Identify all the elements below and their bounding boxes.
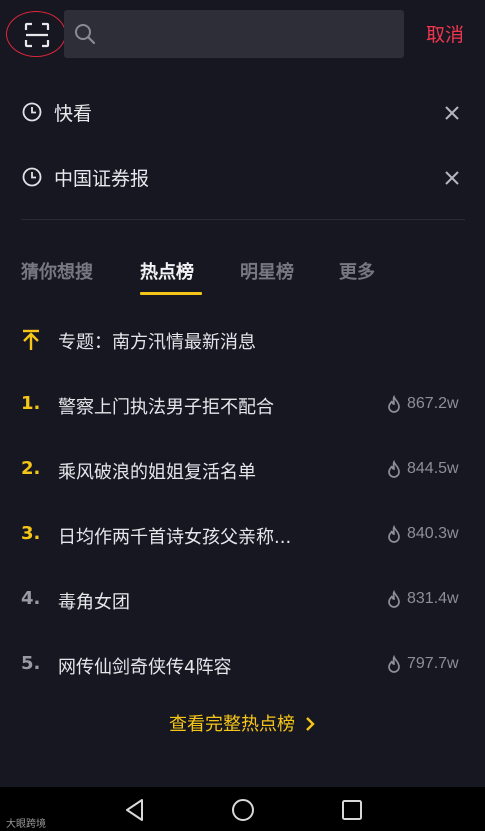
ranking-row[interactable]: 4. 毒角女团 831.4w <box>0 578 485 624</box>
flame-icon <box>388 395 400 413</box>
scan-icon <box>24 22 50 48</box>
view-full-hot-list-label: 查看完整热点榜 <box>168 714 295 735</box>
ranking-row[interactable]: 1. 警察上门执法男子拒不配合 867.2w <box>0 383 485 429</box>
heat-value: 867.2w <box>407 395 459 412</box>
clock-icon <box>22 167 42 187</box>
heat-value: 844.5w <box>407 460 459 477</box>
flame-icon <box>388 655 400 673</box>
close-icon[interactable] <box>441 102 463 124</box>
tab-bar: 猜你想搜 热点榜 明星榜 更多 <box>0 250 485 300</box>
view-full-hot-list-link[interactable]: 查看完整热点榜 <box>0 710 485 750</box>
history-item[interactable]: 中国证券报 <box>0 148 485 208</box>
rank-title: 乘风破浪的姐姐复活名单 <box>58 462 256 483</box>
recent-square-icon[interactable] <box>339 797 365 823</box>
flame-icon <box>388 525 400 543</box>
rank-number: 3. <box>21 523 41 544</box>
tab-guess[interactable]: 猜你想搜 <box>21 258 93 284</box>
history-item-text: 中国证券报 <box>54 168 150 190</box>
rank-number: 2. <box>21 458 41 479</box>
chevron-right-icon <box>306 717 315 731</box>
rank-title: 日均作两千首诗女孩父亲称... <box>58 527 292 548</box>
watermark: 大眼跨境 <box>6 819 46 830</box>
clock-icon <box>22 102 42 122</box>
system-navigation-bar: 大眼跨境 <box>0 787 485 831</box>
top-search-bar: 取消 <box>0 0 485 68</box>
rank-number: 1. <box>21 393 41 414</box>
tab-star-list[interactable]: 明星榜 <box>240 258 294 284</box>
search-box[interactable] <box>64 10 404 60</box>
pinned-topic[interactable]: 专题：南方汛情最新消息 <box>0 320 485 360</box>
tab-hot-list[interactable]: 热点榜 <box>140 258 194 284</box>
heat-value: 840.3w <box>407 525 459 542</box>
search-icon <box>75 24 96 45</box>
active-tab-indicator <box>140 292 202 295</box>
close-icon[interactable] <box>441 167 463 189</box>
ranking-row[interactable]: 2. 乘风破浪的姐姐复活名单 844.5w <box>0 448 485 494</box>
rank-title: 网传仙剑奇侠传4阵容 <box>58 657 232 678</box>
heat-value: 797.7w <box>407 655 459 672</box>
rank-number: 5. <box>21 653 41 674</box>
flame-icon <box>388 460 400 478</box>
scan-button[interactable] <box>6 11 66 57</box>
ranking-row[interactable]: 3. 日均作两千首诗女孩父亲称... 840.3w <box>0 513 485 559</box>
heat-value: 831.4w <box>407 590 459 607</box>
history-item[interactable]: 快看 <box>0 83 485 143</box>
ranking-row[interactable]: 5. 网传仙剑奇侠传4阵容 797.7w <box>0 643 485 689</box>
cancel-button[interactable]: 取消 <box>426 20 464 47</box>
home-circle-icon[interactable] <box>230 797 256 823</box>
history-item-text: 快看 <box>54 103 93 125</box>
rank-title: 毒角女团 <box>58 592 130 613</box>
back-triangle-icon[interactable] <box>122 797 148 823</box>
pin-top-icon <box>23 329 39 350</box>
search-input[interactable] <box>104 10 398 60</box>
flame-icon <box>388 590 400 608</box>
tab-more[interactable]: 更多 <box>339 258 375 284</box>
rank-number: 4. <box>21 588 41 609</box>
pinned-topic-text: 专题：南方汛情最新消息 <box>58 332 256 353</box>
rank-title: 警察上门执法男子拒不配合 <box>58 397 274 418</box>
divider <box>21 219 465 220</box>
